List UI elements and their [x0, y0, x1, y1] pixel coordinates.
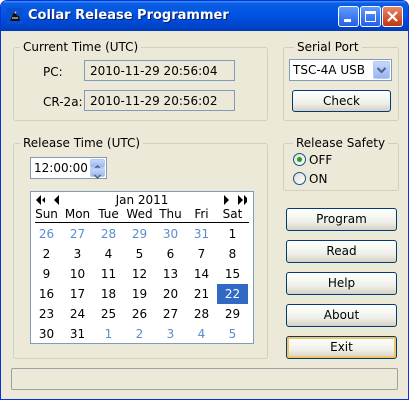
calendar-day[interactable]: 4: [186, 324, 217, 344]
calendar-day[interactable]: 26: [31, 224, 62, 244]
time-up-button[interactable]: [90, 159, 105, 170]
about-button[interactable]: About: [286, 304, 397, 327]
calendar-day[interactable]: 18: [93, 284, 124, 304]
maximize-icon: [365, 11, 376, 22]
minimize-icon: [344, 19, 351, 22]
calendar-day[interactable]: 21: [186, 284, 217, 304]
calendar-day[interactable]: 6: [155, 244, 186, 264]
day-of-week-label: Sun: [35, 207, 58, 221]
serial-port-dropdown-button[interactable]: [373, 61, 390, 79]
day-of-week-label: Fri: [194, 207, 209, 221]
calendar-day[interactable]: 24: [62, 304, 93, 324]
safety-on-radio[interactable]: [293, 172, 306, 185]
cr2a-time-label: CR-2a:: [43, 95, 83, 109]
calendar-day[interactable]: 30: [155, 224, 186, 244]
calendar-day[interactable]: 2: [124, 324, 155, 344]
calendar-day[interactable]: 30: [31, 324, 62, 344]
calendar-day[interactable]: 23: [31, 304, 62, 324]
cr2a-time-field: 2010-11-29 20:56:02: [84, 90, 235, 111]
calendar-day[interactable]: 1: [217, 224, 248, 244]
check-button[interactable]: Check: [292, 90, 391, 112]
next-year-icon[interactable]: [237, 195, 247, 205]
spin-down-icon: [93, 174, 102, 180]
collar-app-icon: [7, 8, 23, 24]
calendar-day[interactable]: 2: [31, 244, 62, 264]
minimize-button[interactable]: [338, 6, 359, 27]
time-down-button[interactable]: [90, 168, 105, 180]
calendar-day[interactable]: 1: [93, 324, 124, 344]
calendar-day[interactable]: 16: [31, 284, 62, 304]
calendar-day[interactable]: 29: [124, 224, 155, 244]
program-button[interactable]: Program: [286, 208, 397, 231]
maximize-button[interactable]: [360, 6, 381, 27]
calendar-separator: [35, 222, 249, 223]
calendar-day[interactable]: 22: [217, 284, 248, 304]
chevron-down-icon: [376, 67, 387, 74]
calendar-day[interactable]: 12: [124, 264, 155, 284]
safety-off-label[interactable]: OFF: [309, 153, 332, 167]
calendar-day[interactable]: 19: [124, 284, 155, 304]
calendar-day[interactable]: 20: [155, 284, 186, 304]
day-of-week-label: Thu: [159, 207, 182, 221]
calendar-day[interactable]: 8: [217, 244, 248, 264]
serial-port-select[interactable]: TSC-4A USB: [289, 59, 392, 81]
status-bar: [11, 368, 398, 390]
pc-time-label: PC:: [43, 65, 63, 79]
day-of-week-label: Tue: [98, 207, 119, 221]
calendar-day[interactable]: 27: [62, 224, 93, 244]
close-icon: [387, 11, 398, 22]
calendar-day[interactable]: 14: [186, 264, 217, 284]
close-button[interactable]: [382, 6, 403, 27]
release-date-calendar[interactable]: Jan 2011 Sun Mon Tue Wed Thu Fri Sat 26 27 28 29 30…: [30, 191, 254, 344]
release-time-group-label: Release Time (UTC): [20, 136, 144, 150]
calendar-day[interactable]: 10: [62, 264, 93, 284]
release-time-input[interactable]: 12:00:00: [30, 157, 107, 180]
calendar-day[interactable]: 15: [217, 264, 248, 284]
calendar-day[interactable]: 4: [93, 244, 124, 264]
calendar-day[interactable]: 3: [62, 244, 93, 264]
window-title: Collar Release Programmer: [28, 8, 229, 23]
calendar-day[interactable]: 13: [155, 264, 186, 284]
calendar-day[interactable]: 28: [93, 224, 124, 244]
calendar-day[interactable]: 5: [217, 324, 248, 344]
next-month-icon[interactable]: [223, 195, 233, 205]
release-safety-group-label: Release Safety: [293, 136, 389, 150]
read-button[interactable]: Read: [286, 240, 397, 263]
calendar-day[interactable]: 7: [186, 244, 217, 264]
pc-time-field: 2010-11-29 20:56:04: [84, 60, 235, 81]
help-button[interactable]: Help: [286, 272, 397, 295]
serial-port-group-label: Serial Port: [294, 40, 362, 54]
exit-button[interactable]: Exit: [286, 336, 397, 359]
safety-on-label[interactable]: ON: [309, 172, 327, 186]
calendar-day[interactable]: 27: [155, 304, 186, 324]
current-time-group-label: Current Time (UTC): [20, 40, 142, 54]
calendar-day[interactable]: 29: [217, 304, 248, 324]
calendar-day[interactable]: 5: [124, 244, 155, 264]
calendar-day[interactable]: 3: [155, 324, 186, 344]
calendar-day[interactable]: 9: [31, 264, 62, 284]
calendar-month-label[interactable]: Jan 2011: [31, 193, 253, 207]
day-of-week-label: Wed: [126, 207, 153, 221]
day-of-week-label: Mon: [64, 207, 91, 221]
app-window: Collar Release Programmer Current Time (…: [0, 0, 409, 400]
title-bar[interactable]: Collar Release Programmer: [1, 1, 408, 31]
calendar-day[interactable]: 25: [93, 304, 124, 324]
safety-off-radio[interactable]: [293, 153, 306, 166]
calendar-day[interactable]: 31: [62, 324, 93, 344]
day-of-week-label: Sat: [222, 207, 243, 221]
release-time-value: 12:00:00: [34, 161, 88, 175]
calendar-day[interactable]: 28: [186, 304, 217, 324]
calendar-day[interactable]: 31: [186, 224, 217, 244]
radio-selected-dot: [297, 157, 302, 162]
calendar-day[interactable]: 11: [93, 264, 124, 284]
calendar-day[interactable]: 26: [124, 304, 155, 324]
serial-port-selected-value: TSC-4A USB: [293, 63, 365, 77]
calendar-day[interactable]: 17: [62, 284, 93, 304]
